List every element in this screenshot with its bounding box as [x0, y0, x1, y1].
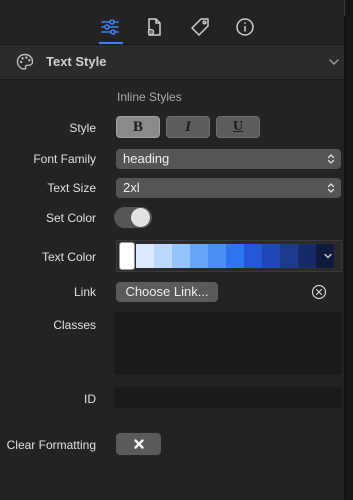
italic-button[interactable]: I [166, 116, 210, 138]
tag-icon[interactable] [189, 16, 211, 38]
style-label: Style [69, 121, 96, 135]
color-swatch[interactable] [136, 244, 154, 268]
text-color-label: Text Color [41, 250, 96, 264]
id-input[interactable] [114, 387, 342, 408]
color-swatch[interactable] [208, 244, 226, 268]
toggle-knob [131, 208, 150, 227]
set-color-label: Set Color [45, 211, 96, 225]
text-style-section-header[interactable]: Text Style [0, 44, 344, 80]
id-label: ID [84, 392, 96, 406]
color-swatch[interactable] [190, 244, 208, 268]
select-arrows-icon [327, 183, 335, 193]
clear-formatting-label: Clear Formatting [6, 438, 96, 452]
section-title: Text Style [46, 54, 107, 69]
classes-textarea[interactable] [114, 312, 342, 375]
chevron-down-icon[interactable] [328, 56, 340, 68]
inline-styles-heading: Inline Styles [117, 90, 182, 104]
choose-link-button[interactable]: Choose Link... [116, 282, 218, 302]
info-icon[interactable] [234, 16, 256, 38]
palette-icon [16, 53, 34, 70]
classes-label: Classes [53, 318, 96, 332]
color-swatch[interactable] [280, 244, 298, 268]
bold-button[interactable]: B [116, 116, 160, 138]
chevron-down-icon[interactable] [322, 250, 334, 262]
close-icon [133, 439, 144, 449]
color-swatch[interactable] [172, 244, 190, 268]
font-family-label: Font Family [33, 152, 96, 166]
link-label: Link [73, 285, 96, 299]
color-swatch[interactable] [262, 244, 280, 268]
settings-sliders-icon[interactable] [99, 16, 121, 38]
document-gear-icon[interactable] [143, 16, 165, 38]
font-family-value: heading [123, 151, 170, 166]
selected-color-swatch[interactable] [119, 242, 135, 270]
scrollbar-strip [344, 0, 353, 500]
clear-formatting-button[interactable] [116, 433, 161, 455]
underline-button[interactable]: U [216, 116, 260, 138]
color-swatch[interactable] [298, 244, 316, 268]
color-swatches [136, 244, 334, 268]
color-swatch[interactable] [244, 244, 262, 268]
inspector-panel: Text Style Inline Styles Style B I U Fon… [0, 0, 344, 500]
text-size-label: Text Size [47, 181, 96, 195]
color-swatch[interactable] [154, 244, 172, 268]
set-color-toggle[interactable] [114, 207, 152, 228]
strip-divider [344, 0, 345, 16]
inspector-tabs [0, 0, 344, 44]
font-family-select[interactable]: heading [116, 149, 341, 169]
color-swatch[interactable] [226, 244, 244, 268]
clear-link-icon[interactable] [311, 284, 327, 300]
select-arrows-icon [327, 154, 335, 164]
text-size-value: 2xl [123, 180, 140, 195]
text-size-select[interactable]: 2xl [116, 178, 341, 198]
